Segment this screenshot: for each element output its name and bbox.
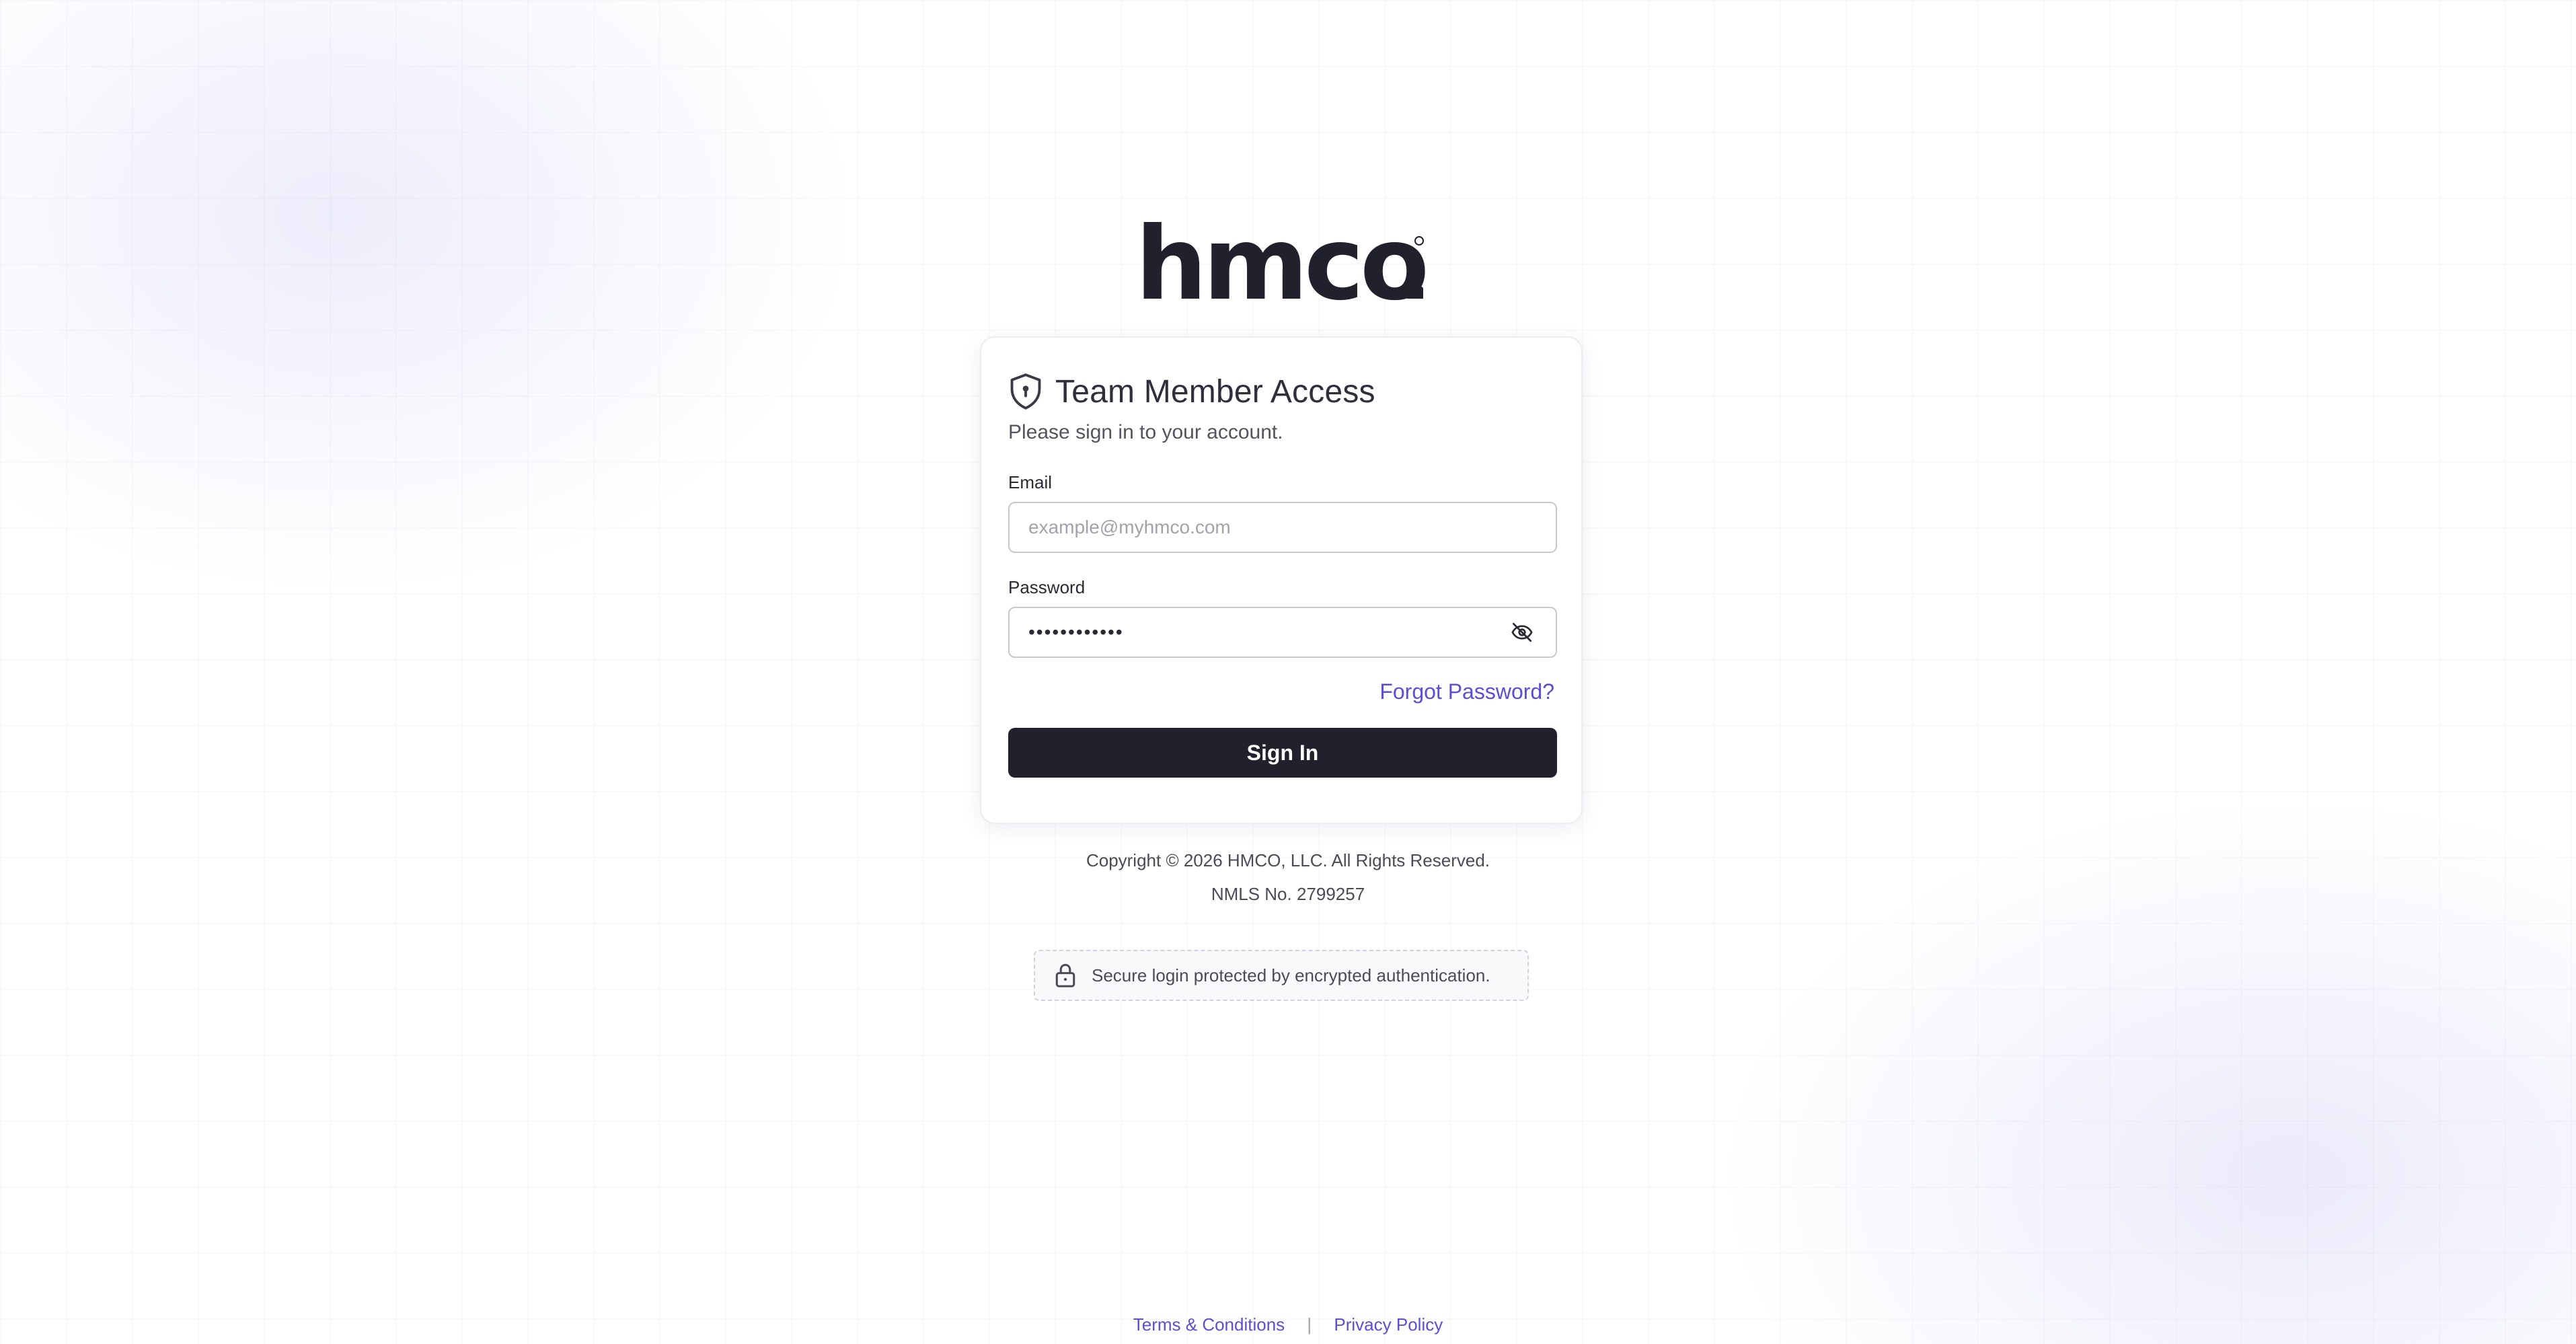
password-label: Password: [1008, 577, 1086, 597]
secure-login-text: Secure login protected by encrypted auth…: [1092, 965, 1490, 985]
hmco-logo-graphic: hmco: [1135, 206, 1429, 309]
password-field[interactable]: [1008, 607, 1557, 658]
copyright-text: Copyright © 2026 HMCO, LLC. All Rights R…: [1086, 850, 1490, 870]
email-label: Email: [1008, 472, 1053, 492]
nmls-number: NMLS No. 2799257: [1211, 884, 1365, 904]
forgot-password-link[interactable]: Forgot Password?: [1379, 679, 1554, 704]
eye-off-icon: [1511, 622, 1533, 642]
card-subtitle: Please sign in to your account.: [1008, 421, 1283, 443]
logo-wordmark: hmco: [1135, 206, 1425, 309]
secure-login-notice: Secure login protected by encrypted auth…: [1034, 950, 1529, 1001]
brand-logo: hmco: [1135, 202, 1431, 309]
footer-links: Terms & Conditions | Privacy Policy: [0, 1314, 2576, 1335]
shield-lock-icon: [1008, 373, 1043, 410]
card-header: Team Member Access: [1008, 370, 1375, 413]
card-title: Team Member Access: [1055, 373, 1375, 410]
sign-in-button[interactable]: Sign In: [1008, 728, 1557, 778]
password-visibility-toggle[interactable]: [1506, 616, 1538, 648]
link-separator: |: [1307, 1314, 1312, 1335]
terms-link[interactable]: Terms & Conditions: [1133, 1314, 1285, 1335]
privacy-policy-link[interactable]: Privacy Policy: [1334, 1314, 1443, 1335]
login-card: Team Member Access Please sign in to you…: [980, 336, 1583, 824]
email-field[interactable]: [1008, 502, 1557, 553]
lock-icon: [1054, 963, 1077, 988]
